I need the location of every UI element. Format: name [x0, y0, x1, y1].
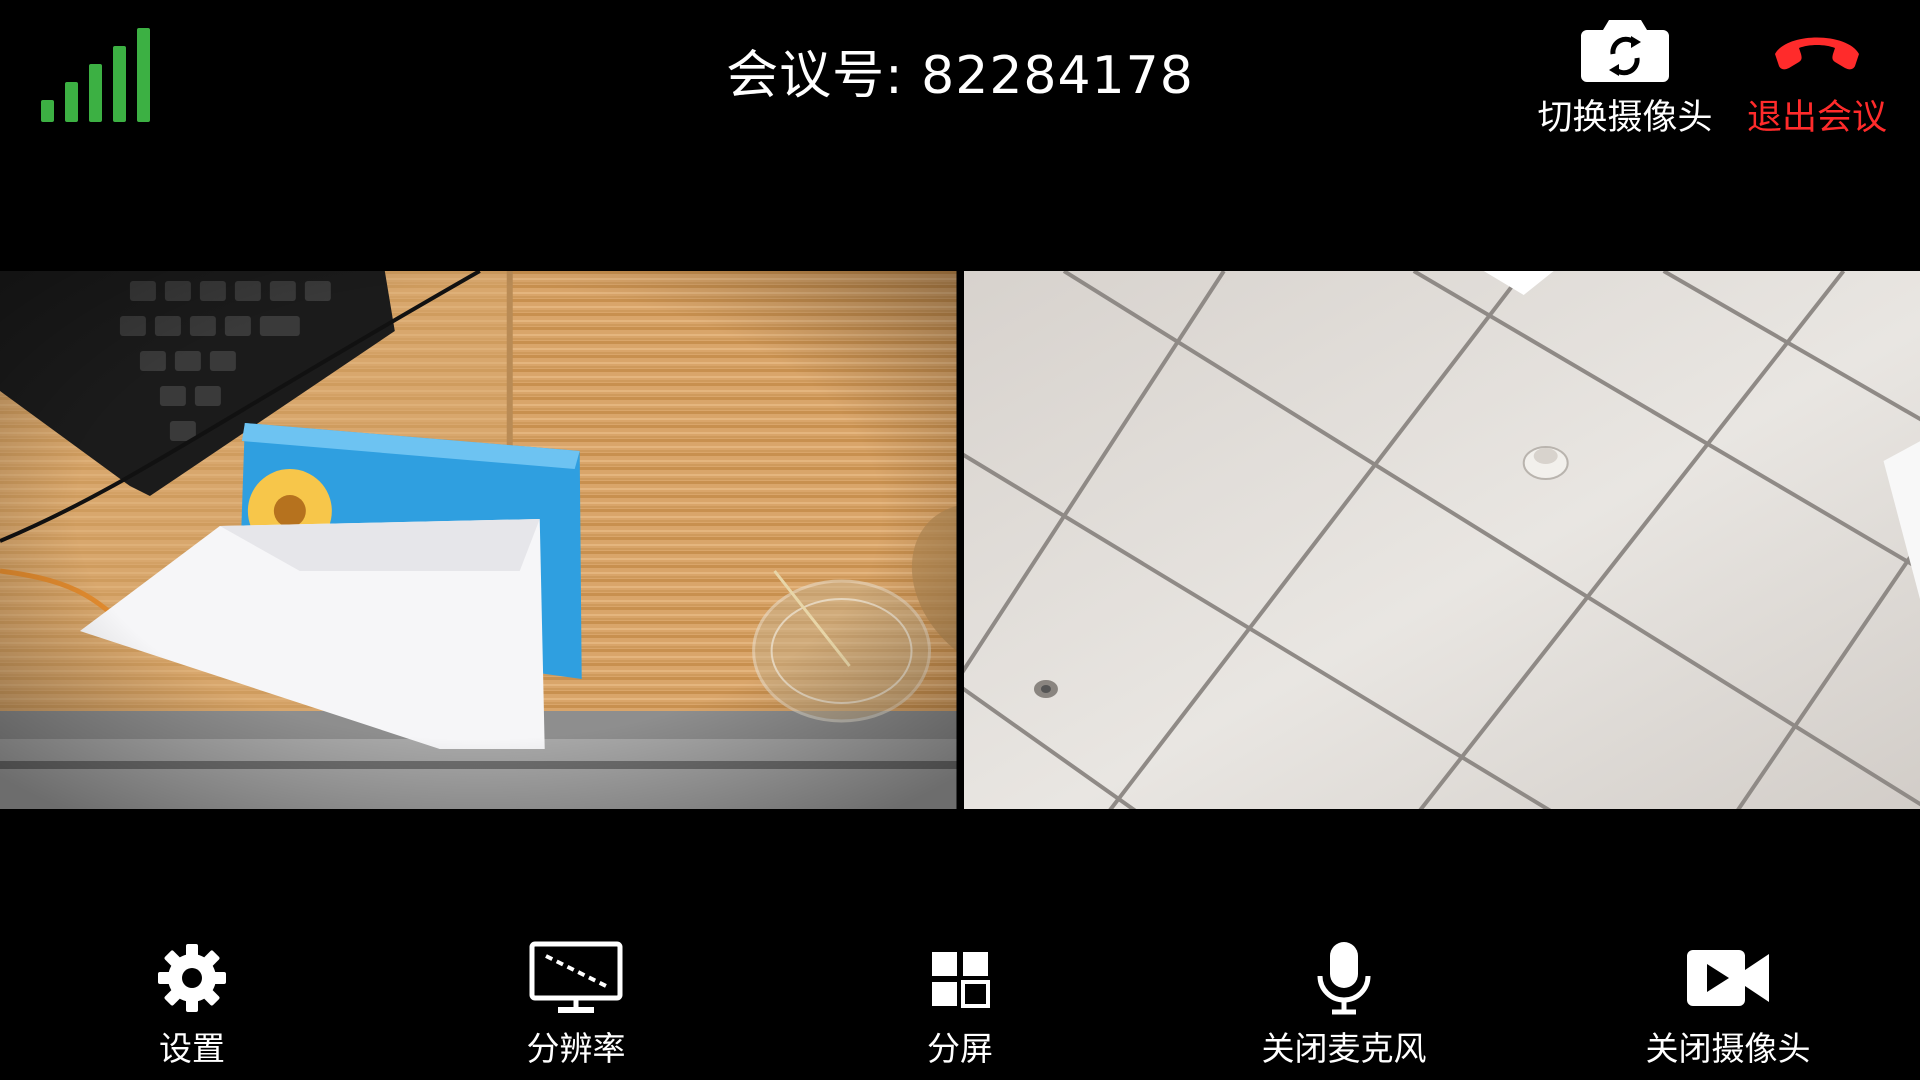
remote-video-feed — [963, 271, 1920, 809]
settings-button[interactable]: 设置 — [72, 940, 312, 1070]
remote-video-tile[interactable] — [963, 271, 1920, 809]
mute-microphone-button[interactable]: 关闭麦克风 — [1224, 940, 1464, 1070]
local-video-tile[interactable] — [0, 271, 957, 809]
split-screen-label: 分屏 — [927, 1029, 993, 1068]
monitor-icon — [529, 941, 623, 1013]
video-camera-icon — [1687, 950, 1769, 1006]
close-camera-button[interactable]: 关闭摄像头 — [1608, 940, 1848, 1070]
grid-icon — [932, 952, 990, 1008]
split-screen-button[interactable]: 分屏 — [840, 940, 1080, 1070]
local-video-feed — [0, 271, 957, 809]
close-camera-label: 关闭摄像头 — [1645, 1029, 1811, 1068]
gear-icon — [158, 944, 226, 1012]
switch-camera-label: 切换摄像头 — [1537, 98, 1713, 138]
microphone-icon — [1317, 942, 1371, 1015]
switch-camera-button[interactable]: 切换摄像头 — [1520, 14, 1730, 140]
settings-label: 设置 — [159, 1029, 225, 1068]
video-grid — [0, 271, 1920, 809]
leave-meeting-button[interactable]: 退出会议 — [1712, 14, 1920, 140]
bottom-toolbar: 设置 分辨率 分屏 关闭麦克风 关闭摄像头 — [0, 940, 1920, 1080]
leave-meeting-label: 退出会议 — [1746, 98, 1887, 138]
camera-switch-icon — [1581, 20, 1669, 82]
resolution-label: 分辨率 — [526, 1029, 626, 1068]
meeting-screen: 会议号: 82284178 切换摄像头 退出会议 设置 分辨率 分屏 关闭麦克风… — [0, 0, 1920, 1080]
mute-microphone-label: 关闭麦克风 — [1261, 1029, 1427, 1068]
resolution-button[interactable]: 分辨率 — [456, 940, 696, 1070]
hang-up-icon — [1775, 37, 1859, 70]
